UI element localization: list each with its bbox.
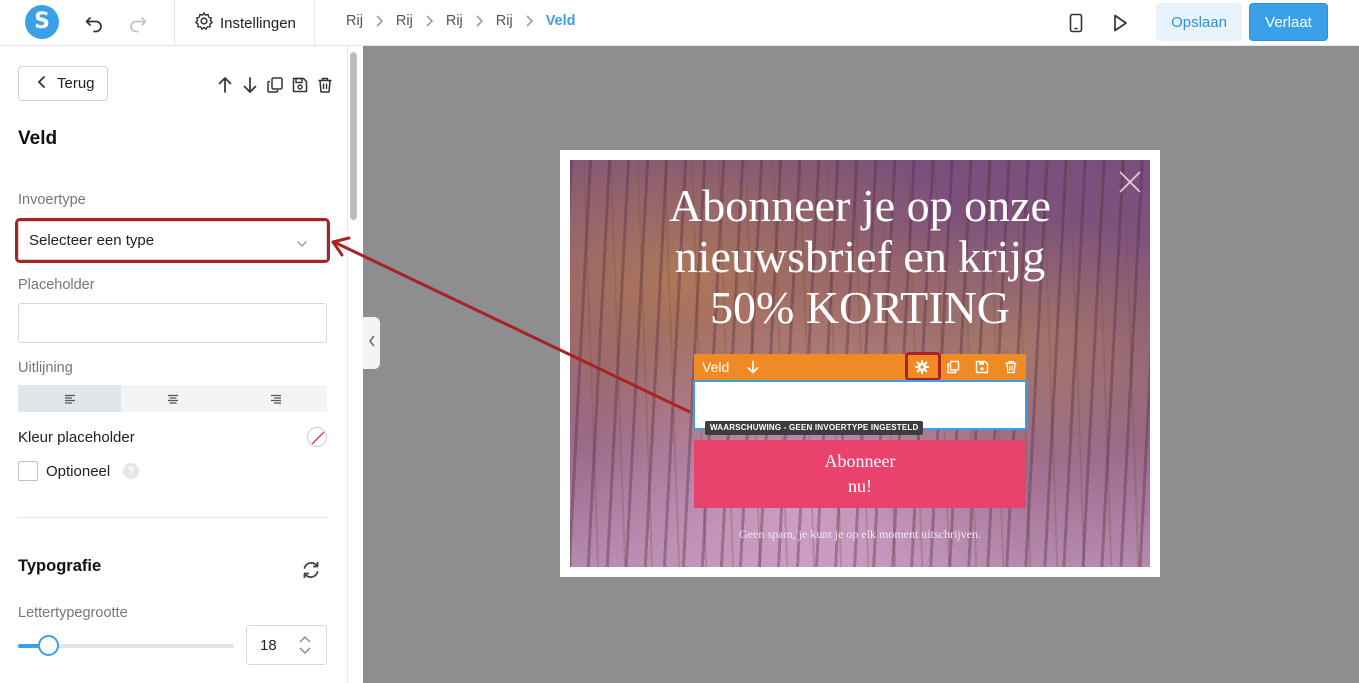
mobile-icon[interactable] xyxy=(1064,11,1088,35)
panel-scrollbar[interactable] xyxy=(350,52,357,220)
top-bar: S Instellingen Rij Rij Rij Rij Veld Opsl… xyxy=(0,0,1359,46)
chevron-left-icon xyxy=(37,75,47,93)
popup-headline[interactable]: Abonneer je op onze nieuwsbrief en krijg… xyxy=(570,180,1150,333)
headline-line: Abonneer je op onze xyxy=(669,180,1051,231)
breadcrumb-item-current[interactable]: Veld xyxy=(546,13,576,29)
save-icon[interactable] xyxy=(289,74,310,95)
copy-icon[interactable] xyxy=(945,359,961,375)
chevron-right-icon xyxy=(363,14,396,28)
leave-button[interactable]: Verlaat xyxy=(1249,3,1328,41)
breadcrumb-item[interactable]: Rij xyxy=(396,13,413,29)
placeholder-input[interactable] xyxy=(18,303,327,343)
trash-icon[interactable] xyxy=(314,74,335,95)
breadcrumb-item[interactable]: Rij xyxy=(346,13,363,29)
reset-icon[interactable] xyxy=(300,559,322,586)
typography-title: Typografie xyxy=(18,557,102,575)
headline-line: nieuwsbrief en krijg xyxy=(674,231,1046,282)
chevron-right-icon xyxy=(463,14,496,28)
save-icon[interactable] xyxy=(974,359,990,375)
headline-line: 50% KORTING xyxy=(709,282,1011,333)
chevron-right-icon xyxy=(413,14,446,28)
settings-button[interactable]: Instellingen xyxy=(194,10,296,36)
font-size-value: 18 xyxy=(260,636,277,654)
align-center-icon[interactable] xyxy=(121,385,224,412)
highlight-box xyxy=(905,352,941,381)
trash-icon[interactable] xyxy=(1003,359,1019,375)
input-type-label: Invoertype xyxy=(18,192,86,208)
toolbar-divider xyxy=(174,0,175,46)
optional-label: Optioneel xyxy=(46,463,111,480)
help-icon[interactable]: ? xyxy=(123,463,139,479)
alignment-label: Uitlijning xyxy=(18,360,73,376)
undo-icon[interactable] xyxy=(82,11,106,35)
highlight-box xyxy=(15,218,330,263)
warning-badge: WAARSCHUWING - GEEN INVOERTYPE INGESTELD xyxy=(705,421,924,435)
back-label: Terug xyxy=(57,75,95,92)
field-toolbar: Veld xyxy=(694,354,1026,380)
breadcrumb: Rij Rij Rij Rij Veld xyxy=(346,13,576,29)
chevron-right-icon xyxy=(513,14,546,28)
copy-icon[interactable] xyxy=(264,74,285,95)
panel-title: Veld xyxy=(18,128,58,149)
align-right-icon[interactable] xyxy=(224,385,327,412)
arrow-up-icon[interactable] xyxy=(214,74,235,95)
breadcrumb-item[interactable]: Rij xyxy=(446,13,463,29)
back-button[interactable]: Terug xyxy=(18,66,108,101)
play-icon[interactable] xyxy=(1108,11,1132,35)
element-actions xyxy=(214,74,335,95)
placeholder-label: Placeholder xyxy=(18,277,95,293)
alignment-group xyxy=(18,385,327,412)
settings-panel: Terug Veld Invoertype Selecteer een type… xyxy=(0,46,348,683)
toolbar-divider xyxy=(314,0,315,46)
field-toolbar-label[interactable]: Veld xyxy=(702,359,729,375)
font-size-slider-handle[interactable] xyxy=(38,635,59,656)
no-color-icon[interactable] xyxy=(307,427,327,447)
save-button[interactable]: Opslaan xyxy=(1156,3,1242,41)
chevron-left-icon xyxy=(368,334,376,353)
font-size-label: Lettertypegrootte xyxy=(18,605,128,621)
redo-icon[interactable] xyxy=(126,11,150,35)
align-left-icon[interactable] xyxy=(18,385,121,412)
settings-label: Instellingen xyxy=(220,14,296,32)
font-size-input[interactable]: 18 xyxy=(246,625,327,665)
placeholder-color-label: Kleur placeholder xyxy=(18,429,135,446)
breadcrumb-item[interactable]: Rij xyxy=(496,13,513,29)
popup-fineprint: Geen spam, je kunt je op elk moment uits… xyxy=(739,527,981,541)
arrow-down-icon[interactable] xyxy=(745,359,761,375)
app-logo[interactable]: S xyxy=(25,5,59,39)
arrow-down-icon[interactable] xyxy=(239,74,260,95)
stepper-icon[interactable] xyxy=(298,634,312,660)
optional-checkbox[interactable] xyxy=(18,461,38,481)
subscribe-button[interactable]: Abonneer nu! xyxy=(694,440,1026,508)
section-divider xyxy=(18,517,328,518)
collapse-panel-button[interactable] xyxy=(363,317,380,369)
subscribe-button-line: nu! xyxy=(848,476,872,496)
gear-icon xyxy=(194,11,214,35)
subscribe-button-line: Abonneer xyxy=(824,451,896,471)
